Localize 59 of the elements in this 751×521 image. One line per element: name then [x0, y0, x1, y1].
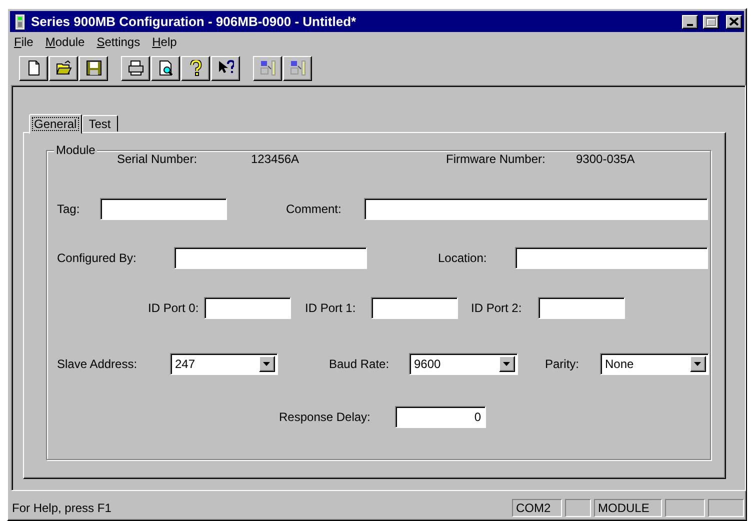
- magnifier-page-icon: [158, 60, 174, 76]
- input-field[interactable]: [204, 297, 291, 319]
- pointer-question-icon: [218, 60, 234, 76]
- status-panel: [565, 498, 591, 516]
- toolbar-button[interactable]: [211, 56, 240, 80]
- folder-icon: [56, 60, 72, 76]
- menu-item[interactable]: Settings: [94, 34, 146, 48]
- computer-arrow-icon: [290, 60, 306, 76]
- window-title: Series 900MB Configuration - 906MB-0900 - Untitled*: [31, 14, 358, 29]
- status-panel: MODULE: [594, 498, 662, 516]
- app-icon: [14, 14, 26, 30]
- document-icon: [26, 60, 42, 76]
- computer-arrow-icon: [260, 60, 276, 76]
- toolbar-button[interactable]: [79, 56, 108, 80]
- info-label: Serial Number:: [117, 152, 198, 166]
- tab[interactable]: Test: [82, 115, 118, 132]
- toolbar-button[interactable]: [121, 56, 150, 80]
- maximize-button[interactable]: [703, 14, 719, 28]
- status-panel: COM2: [512, 498, 562, 516]
- info-value: 123456A: [251, 152, 300, 166]
- menu-item[interactable]: Module: [43, 34, 91, 48]
- field-label: ID Port 1:: [305, 301, 357, 315]
- menu-item[interactable]: Help: [150, 34, 183, 48]
- minimize-button[interactable]: [682, 14, 698, 28]
- status-panel: [665, 498, 705, 516]
- input-field[interactable]: [174, 247, 367, 269]
- field-label: Location:: [438, 251, 488, 265]
- field-label: ID Port 2:: [471, 301, 523, 315]
- status-text: For Help, press F1: [11, 500, 112, 514]
- dropdown[interactable]: None: [600, 353, 709, 375]
- toolbar-button[interactable]: [181, 56, 210, 80]
- info-value: 9300-035A: [576, 152, 636, 166]
- menu-item[interactable]: File: [12, 34, 40, 48]
- field-label: Parity:: [545, 357, 580, 371]
- input-field[interactable]: [538, 297, 625, 319]
- toolbar-button[interactable]: [19, 56, 48, 80]
- input-field[interactable]: 0: [395, 406, 486, 428]
- field-label: ID Port 0:: [148, 301, 200, 315]
- status-panel: [708, 498, 744, 516]
- dropdown[interactable]: 9600: [409, 353, 518, 375]
- field-label: Configured By:: [57, 251, 138, 265]
- group-title: Module: [54, 143, 98, 157]
- tab[interactable]: General: [29, 114, 82, 134]
- input-field[interactable]: [371, 297, 458, 319]
- dropdown[interactable]: 247: [170, 353, 278, 375]
- input-field[interactable]: [100, 198, 227, 220]
- input-field[interactable]: [515, 247, 708, 269]
- field-label: Tag:: [57, 202, 81, 216]
- toolbar-button[interactable]: [151, 56, 180, 80]
- input-field[interactable]: [364, 198, 708, 220]
- field-label: Response Delay:: [279, 410, 372, 424]
- field-label: Slave Address:: [57, 357, 138, 371]
- toolbar-button[interactable]: [49, 56, 78, 80]
- printer-icon: [128, 60, 144, 76]
- close-button[interactable]: [726, 14, 742, 28]
- field-label: Comment:: [286, 202, 342, 216]
- info-label: Firmware Number:: [446, 152, 546, 166]
- field-label: Baud Rate:: [329, 357, 390, 371]
- question-mark-icon: [188, 60, 204, 76]
